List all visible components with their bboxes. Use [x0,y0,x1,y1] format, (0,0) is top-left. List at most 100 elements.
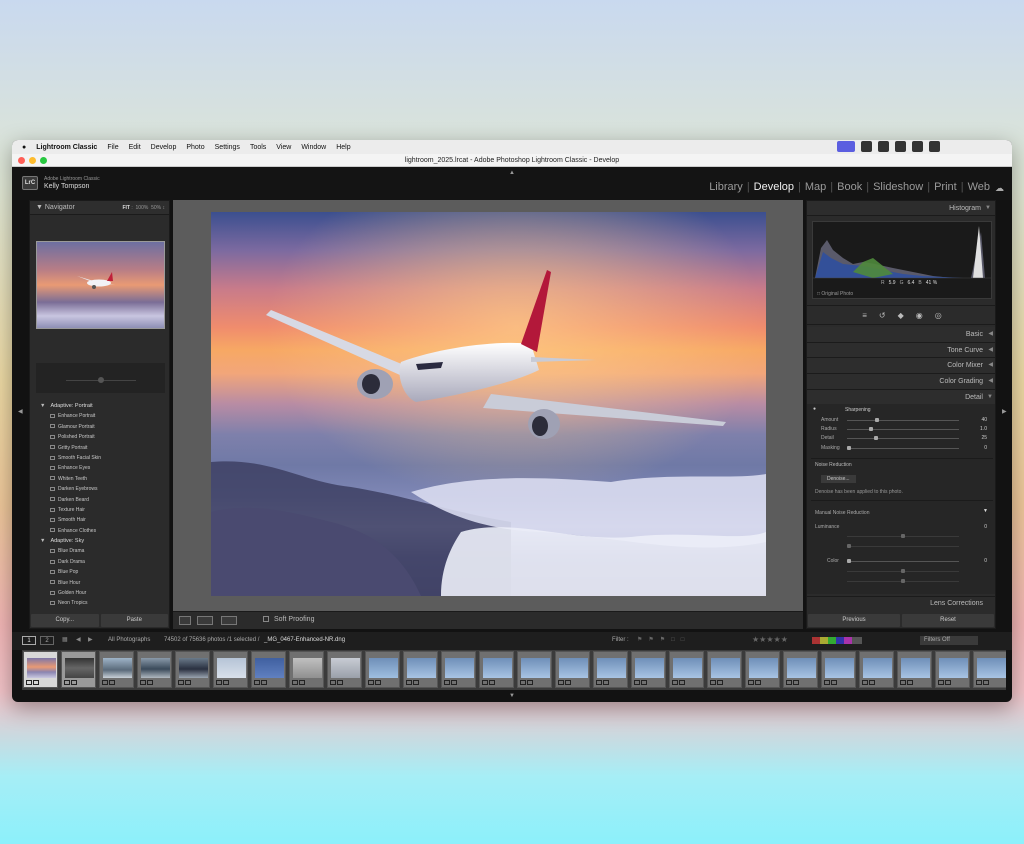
main-photo[interactable] [211,212,766,596]
forward-arrow-icon[interactable]: ▶ [88,636,93,643]
filmstrip-thumbnail[interactable] [631,651,666,688]
preset-item[interactable]: Glamour Portrait [36,422,165,432]
filmstrip-thumbnail[interactable] [137,651,172,688]
filmstrip-thumbnail[interactable] [251,651,286,688]
filmstrip-thumbnail[interactable] [745,651,780,688]
apple-menu-icon[interactable]: ● [22,144,26,151]
secondary-window-button[interactable]: 2 [40,636,54,645]
bottom-panel-toggle-icon[interactable]: ▼ [509,693,515,699]
soft-proofing-checkbox[interactable] [263,616,269,623]
preset-item[interactable]: Smooth Facial Skin [36,453,165,463]
navigator-preview[interactable] [36,241,165,329]
menu-edit[interactable]: Edit [129,144,141,151]
navigator-zoom[interactable]: FIT : 100% 50% ↕ [122,201,165,215]
maximize-icon[interactable] [40,157,47,164]
module-map[interactable]: Map [805,181,826,193]
preset-item[interactable]: Blue Hour [36,578,165,588]
compare-icon[interactable] [221,616,237,625]
before-after-icon[interactable] [197,616,213,625]
panel-color-grading[interactable]: Color Grading ◀ [807,374,995,390]
manual-nr-toggle-icon[interactable]: ▼ [983,508,988,514]
panel-lens-corrections[interactable]: Lens Corrections [807,596,995,610]
filmstrip-thumbnail[interactable] [175,651,210,688]
radius-knob[interactable] [869,427,873,431]
detail-slider[interactable] [847,438,959,439]
loupe-view-icon[interactable] [179,616,191,625]
filmstrip-thumbnail[interactable] [479,651,514,688]
zoom-50[interactable]: 50% [151,205,161,211]
module-develop[interactable]: Develop [754,181,794,193]
histogram-chart[interactable]: R 5.9 G 6.4 B 41 % □ Original Photo [812,221,992,299]
menu-view[interactable]: View [276,144,291,151]
top-panel-toggle-icon[interactable]: ▲ [509,170,515,176]
filmstrip-thumbnail[interactable] [441,651,476,688]
radius-slider[interactable] [847,429,959,430]
preset-item[interactable]: Golden Hour [36,588,165,598]
preset-item[interactable]: Enhance Eyes [36,463,165,473]
filmstrip-thumbnail[interactable] [669,651,704,688]
filmstrip-thumbnail[interactable] [973,651,1006,688]
preset-item[interactable]: Texture Hair [36,505,165,515]
amount-slider[interactable] [847,420,959,421]
preset-item[interactable]: Gritty Portrait [36,443,165,453]
panel-basic[interactable]: Basic ◀ [807,327,995,343]
module-slideshow[interactable]: Slideshow [873,181,923,193]
copy-button[interactable]: Copy... [31,614,99,627]
paste-button[interactable]: Paste [100,614,168,627]
filmstrip-filename[interactable]: _MG_0467-Enhanced-NR.dng [264,637,345,643]
filmstrip-thumbnail[interactable] [593,651,628,688]
panel-color-mixer[interactable]: Color Mixer ◀ [807,358,995,375]
navigator-header[interactable]: ▼ Navigator FIT : 100% 50% ↕ [30,201,169,215]
preset-item[interactable]: Neon Tropics [36,598,165,608]
preset-item[interactable]: Polished Portrait [36,432,165,442]
panel-tone-curve[interactable]: Tone Curve ◀ [807,342,995,359]
battery-icon[interactable] [929,141,940,152]
filmstrip-thumbnail[interactable] [859,651,894,688]
color-nr-slider[interactable] [847,561,959,562]
module-web[interactable]: Web [968,181,990,193]
menu-settings[interactable]: Settings [215,144,240,151]
close-icon[interactable] [18,157,25,164]
filmstrip-thumbnail[interactable] [327,651,362,688]
filmstrip-thumbnail[interactable] [517,651,552,688]
color-nr-knob[interactable] [847,559,851,563]
previous-button[interactable]: Previous [808,614,900,627]
radius-value[interactable]: 1.0 [969,426,987,432]
masking-knob[interactable] [847,446,851,450]
filmstrip-thumbnail[interactable] [61,651,96,688]
filmstrip-thumbnail[interactable] [23,651,58,688]
module-book[interactable]: Book [837,181,862,193]
minimize-icon[interactable] [29,157,36,164]
preset-item[interactable]: Dark Drama [36,557,165,567]
masking-slider[interactable] [847,448,959,449]
preset-item[interactable]: Blue Pop [36,567,165,577]
zoom-100[interactable]: 100% [136,205,149,211]
menu-help[interactable]: Help [336,144,350,151]
original-photo-toggle[interactable]: □ Original Photo [817,291,853,297]
soft-proofing-toggle[interactable]: Soft Proofing [263,616,314,623]
amount-value[interactable]: 40 [969,417,987,423]
preset-item[interactable]: Whiten Teeth [36,474,165,484]
preset-item[interactable]: Darken Beard [36,495,165,505]
filmstrip-thumbnail[interactable] [555,651,590,688]
histogram-header[interactable]: Histogram ▼ [807,201,995,216]
filmstrip-thumbnail[interactable] [821,651,856,688]
camera-icon[interactable] [861,141,872,152]
edit-sliders-icon[interactable]: ≡ [862,311,867,320]
preset-item[interactable]: Darken Eyebrows [36,484,165,494]
menu-tools[interactable]: Tools [250,144,266,151]
flag-filter-icons[interactable]: ⚑⚑⚑□□ [637,636,690,643]
filmstrip-thumbnail[interactable] [783,651,818,688]
screen-share-icon[interactable] [837,141,855,152]
preset-item[interactable]: Smooth Hair [36,515,165,525]
back-arrow-icon[interactable]: ◀ [76,636,81,643]
menu-window[interactable]: Window [301,144,326,151]
redeye-icon[interactable]: ◉ [916,311,923,320]
preset-item[interactable]: Enhance Portrait [36,411,165,421]
amount-knob[interactable] [875,418,879,422]
left-panel-toggle-icon[interactable]: ◀ [18,408,23,415]
filmstrip-thumbnail[interactable] [403,651,438,688]
module-library[interactable]: Library [709,181,743,193]
scroll-icon[interactable] [895,141,906,152]
masking-icon[interactable]: ◎ [935,311,942,320]
